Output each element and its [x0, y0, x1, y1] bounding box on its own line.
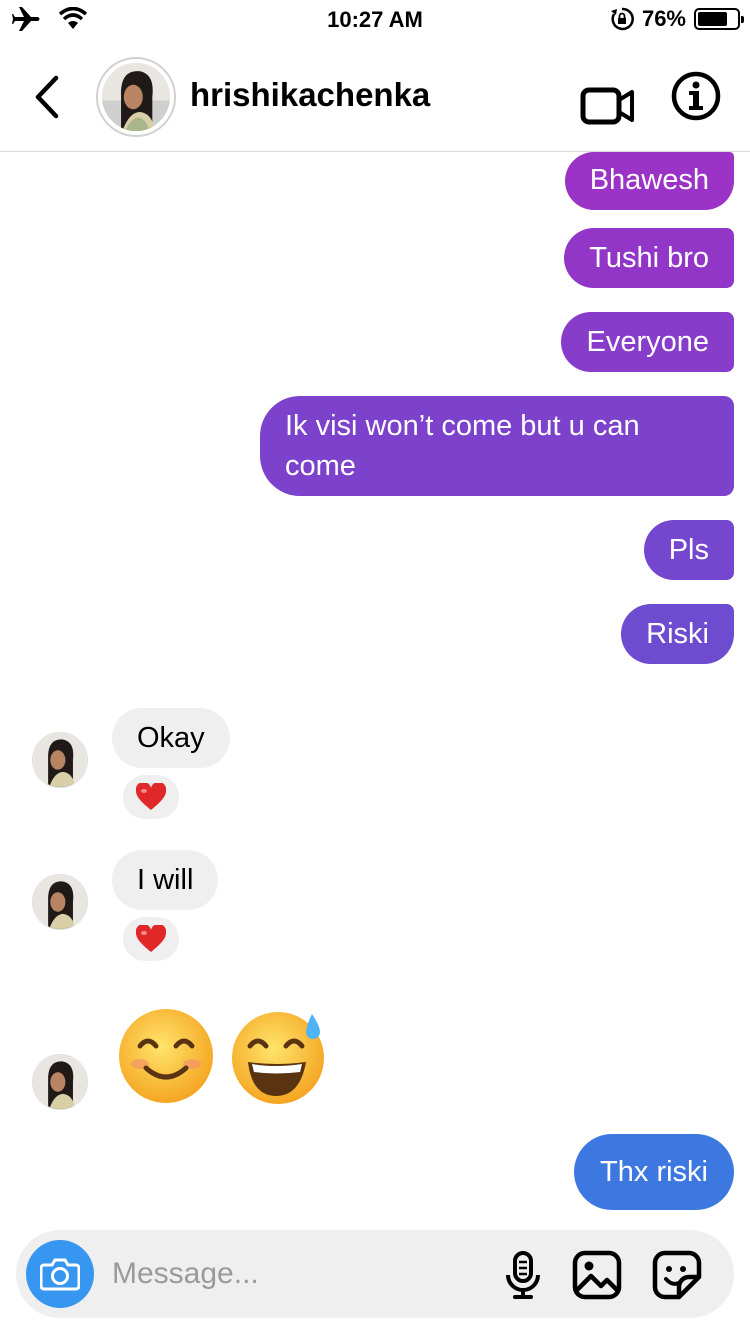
battery-icon — [694, 8, 744, 30]
back-chevron-icon[interactable] — [28, 72, 68, 122]
profile-photo — [33, 875, 87, 929]
heart-reaction[interactable] — [120, 772, 182, 822]
microphone-icon[interactable] — [498, 1250, 548, 1300]
camera-icon — [40, 1258, 80, 1291]
video-camera-icon[interactable] — [578, 80, 638, 130]
sent-message-bubble[interactable]: Pls — [643, 520, 734, 580]
profile-photo — [33, 1055, 87, 1109]
heart-icon — [136, 925, 166, 952]
heart-icon — [136, 783, 166, 810]
profile-photo — [33, 733, 87, 787]
chat-header: hrishikachenka — [0, 40, 750, 152]
message-text: Okay — [137, 722, 205, 754]
message-text: Bhawesh — [589, 164, 709, 196]
header-avatar[interactable] — [96, 57, 176, 137]
info-icon[interactable] — [670, 70, 722, 122]
camera-button[interactable] — [26, 1240, 94, 1308]
profile-photo — [102, 63, 170, 131]
status-bar: 10:27 AM 76% — [0, 0, 750, 40]
sent-message-bubble[interactable]: Thx riski — [574, 1134, 734, 1210]
sent-message-bubble[interactable]: Tushi bro — [564, 228, 734, 288]
smiling-face-emoji[interactable] — [116, 1006, 216, 1106]
sent-message-bubble[interactable]: Everyone — [561, 312, 734, 372]
sender-avatar[interactable] — [32, 1054, 88, 1110]
message-text: Pls — [668, 534, 709, 566]
message-text: Everyone — [586, 326, 709, 358]
message-composer — [16, 1230, 734, 1318]
battery-fill — [698, 12, 727, 26]
sent-message-bubble[interactable]: Ik visi won’t come but u can come — [260, 396, 734, 496]
sender-avatar[interactable] — [32, 732, 88, 788]
gallery-icon[interactable] — [572, 1250, 622, 1300]
message-text: Riski — [646, 618, 709, 650]
heart-reaction[interactable] — [120, 914, 182, 964]
orientation-lock-icon — [610, 7, 634, 31]
received-message-bubble[interactable]: I will — [112, 850, 219, 910]
sent-message-bubble[interactable]: Bhawesh — [564, 152, 734, 210]
message-text: Tushi bro — [589, 242, 709, 274]
message-text-line: come — [285, 450, 356, 482]
message-text: Thx riski — [600, 1156, 708, 1188]
battery-percentage: 76% — [641, 6, 686, 31]
chat-username[interactable]: hrishikachenka — [190, 76, 430, 114]
grinning-sweat-emoji[interactable] — [228, 1006, 328, 1106]
message-text-line: Ik visi won’t come but u can — [285, 410, 640, 442]
message-input[interactable] — [112, 1252, 472, 1296]
sticker-icon[interactable] — [652, 1250, 702, 1300]
sender-avatar[interactable] — [32, 874, 88, 930]
received-message-bubble[interactable]: Okay — [112, 708, 230, 768]
sent-message-bubble[interactable]: Riski — [621, 604, 734, 664]
message-text: I will — [137, 864, 194, 896]
